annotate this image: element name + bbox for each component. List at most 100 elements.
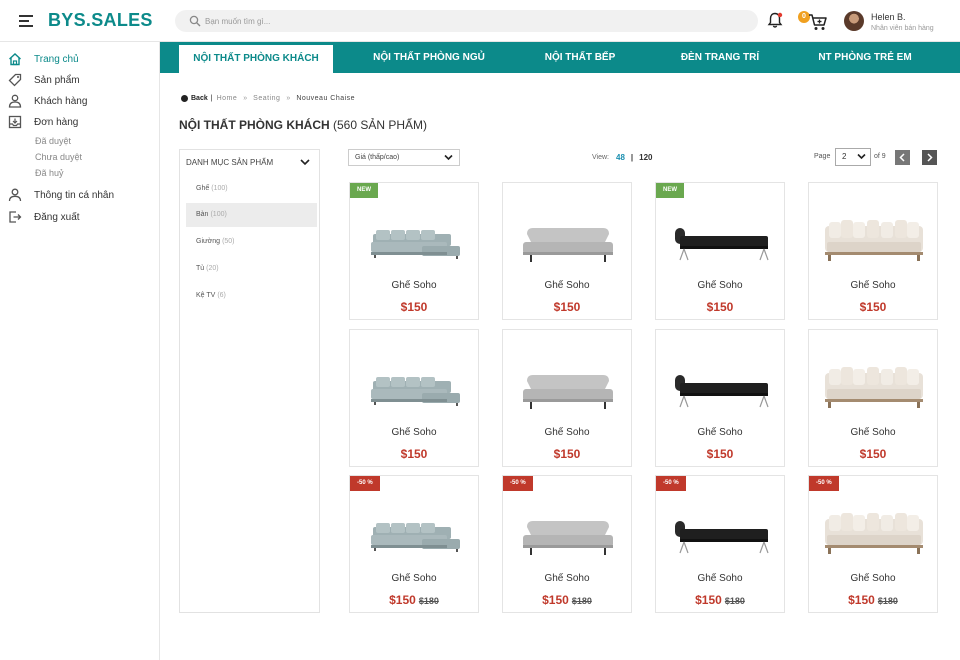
- product-image[interactable]: [666, 501, 776, 571]
- sidebar-subitem-pending[interactable]: Chưa duyệt: [35, 152, 82, 162]
- product-name[interactable]: Ghế Soho: [350, 280, 478, 291]
- sidebar-item-home[interactable]: Trang chủ: [8, 51, 158, 67]
- product-name[interactable]: Ghế Soho: [809, 573, 937, 584]
- tab-kitchen[interactable]: NỘI THẤT BẾP: [526, 42, 634, 73]
- sort-select[interactable]: Giá (thấp/cao): [348, 149, 460, 166]
- product-price: $150: [848, 593, 875, 607]
- sidebar-item-customers[interactable]: Khách hàng: [8, 93, 158, 109]
- price-row: $150 $180: [809, 591, 937, 609]
- product-price: $150: [400, 447, 428, 461]
- tab-living-room[interactable]: NỘI THẤT PHÒNG KHÁCH: [179, 42, 333, 73]
- price-row: $150 $180: [350, 591, 478, 609]
- product-card[interactable]: NEW Ghế Soho $150: [655, 182, 785, 320]
- search-icon: [189, 15, 201, 27]
- product-card[interactable]: -50 % Ghế Soho $150 $180: [502, 475, 632, 613]
- product-name[interactable]: Ghế Soho: [350, 573, 478, 584]
- tab-bedroom[interactable]: NỘI THẤT PHÒNG NGỦ: [356, 42, 502, 73]
- sidebar-item-profile[interactable]: Thông tin cá nhân: [8, 187, 158, 203]
- bell-icon[interactable]: [767, 12, 783, 29]
- category-panel-title[interactable]: DANH MỤC SẢN PHẨM: [186, 158, 311, 167]
- view-option-48[interactable]: 48: [616, 153, 625, 162]
- category-item-beds[interactable]: Giường (50): [186, 230, 317, 254]
- product-image[interactable]: [360, 355, 470, 425]
- sidebar-subitem-cancelled[interactable]: Đã huỷ: [35, 168, 64, 178]
- search-input[interactable]: [205, 13, 735, 29]
- sidebar-item-logout[interactable]: Đăng xuất: [8, 209, 158, 225]
- product-card[interactable]: Ghế Soho $150: [808, 329, 938, 467]
- breadcrumb-home[interactable]: Home: [217, 95, 238, 102]
- category-item-tables[interactable]: Bàn (100): [186, 203, 317, 227]
- product-image[interactable]: [819, 208, 929, 278]
- sidebar-item-orders[interactable]: Đơn hàng: [8, 114, 158, 130]
- chevron-down-icon[interactable]: [300, 158, 310, 166]
- product-card[interactable]: Ghế Soho $150: [502, 182, 632, 320]
- product-count: (560 SẢN PHẨM): [333, 118, 428, 132]
- view-option-120[interactable]: 120: [639, 153, 652, 162]
- product-name[interactable]: Ghế Soho: [503, 427, 631, 438]
- category-panel: DANH MỤC SẢN PHẨM Ghế (100) Bàn (100) Giườ…: [179, 149, 320, 613]
- category-tabs: NỘI THẤT PHÒNG KHÁCH NỘI THẤT PHÒNG NGỦ …: [160, 42, 960, 73]
- product-image[interactable]: [360, 501, 470, 571]
- back-label: Back: [191, 95, 208, 102]
- new-badge: NEW: [350, 183, 378, 198]
- prev-page-button[interactable]: [895, 150, 910, 165]
- product-card[interactable]: Ghế Soho $150: [349, 329, 479, 467]
- product-image[interactable]: [513, 501, 623, 571]
- product-price: $150: [695, 593, 722, 607]
- product-image[interactable]: [666, 208, 776, 278]
- users-icon: [8, 94, 22, 108]
- product-name[interactable]: Ghế Soho: [656, 573, 784, 584]
- avatar[interactable]: [844, 11, 864, 31]
- product-name[interactable]: Ghế Soho: [656, 427, 784, 438]
- product-name[interactable]: Ghế Soho: [809, 427, 937, 438]
- inbox-icon: [8, 115, 22, 129]
- chevron-left-icon: [899, 153, 905, 162]
- product-card[interactable]: -50 % Ghế Soho $150 $180: [655, 475, 785, 613]
- category-item-tv-shelves[interactable]: Kệ TV (6): [186, 284, 317, 308]
- product-card[interactable]: Ghế Soho $150: [502, 329, 632, 467]
- sidebar-item-label: Đăng xuất: [34, 211, 80, 223]
- product-image[interactable]: [819, 355, 929, 425]
- category-count: (100): [211, 185, 228, 192]
- user-name[interactable]: Helen B.: [871, 12, 906, 22]
- product-name[interactable]: Ghế Soho: [350, 427, 478, 438]
- category-count: (100): [210, 211, 227, 218]
- breadcrumb-seating[interactable]: Seating: [253, 95, 280, 102]
- product-name[interactable]: Ghế Soho: [503, 280, 631, 291]
- home-icon: [9, 53, 21, 66]
- tab-kids-room[interactable]: NT PHÒNG TRẺ EM: [802, 42, 928, 73]
- back-link[interactable]: Back: [181, 95, 208, 102]
- product-card[interactable]: -50 % Ghế Soho $150 $180: [349, 475, 479, 613]
- product-image[interactable]: [360, 208, 470, 278]
- next-page-button[interactable]: [922, 150, 937, 165]
- sidebar-subitem-approved[interactable]: Đã duyệt: [35, 136, 71, 146]
- category-item-chairs[interactable]: Ghế (100): [186, 177, 317, 201]
- tab-lighting[interactable]: ĐÈN TRANG TRÍ: [665, 42, 775, 73]
- product-name[interactable]: Ghế Soho: [656, 280, 784, 291]
- cart-icon[interactable]: [808, 13, 828, 31]
- chevron-down-icon: [857, 153, 866, 160]
- page-select[interactable]: 2: [835, 148, 871, 166]
- product-card[interactable]: Ghế Soho $150: [808, 182, 938, 320]
- menu-icon[interactable]: [19, 15, 33, 27]
- search-bar[interactable]: [175, 10, 758, 32]
- page-title-text: NỘI THẤT PHÒNG KHÁCH: [179, 118, 330, 132]
- product-name[interactable]: Ghế Soho: [809, 280, 937, 291]
- product-image[interactable]: [513, 208, 623, 278]
- product-name[interactable]: Ghế Soho: [503, 573, 631, 584]
- product-old-price: $180: [418, 596, 439, 606]
- category-item-cabinets[interactable]: Tủ (20): [186, 257, 317, 281]
- app-logo[interactable]: BYS.SALES: [48, 10, 153, 31]
- product-card[interactable]: -50 % Ghế Soho $150 $180: [808, 475, 938, 613]
- product-card[interactable]: Ghế Soho $150: [655, 329, 785, 467]
- product-image[interactable]: [666, 355, 776, 425]
- product-image[interactable]: [819, 501, 929, 571]
- product-image[interactable]: [513, 355, 623, 425]
- product-card[interactable]: NEW Ghế Soho $150: [349, 182, 479, 320]
- price-row: $150: [503, 298, 631, 316]
- sidebar-item-products[interactable]: Sản phẩm: [8, 72, 158, 88]
- user-icon: [8, 188, 22, 202]
- chevron-down-icon: [444, 154, 453, 161]
- product-price: $150: [553, 447, 581, 461]
- product-price: $150: [553, 300, 581, 314]
